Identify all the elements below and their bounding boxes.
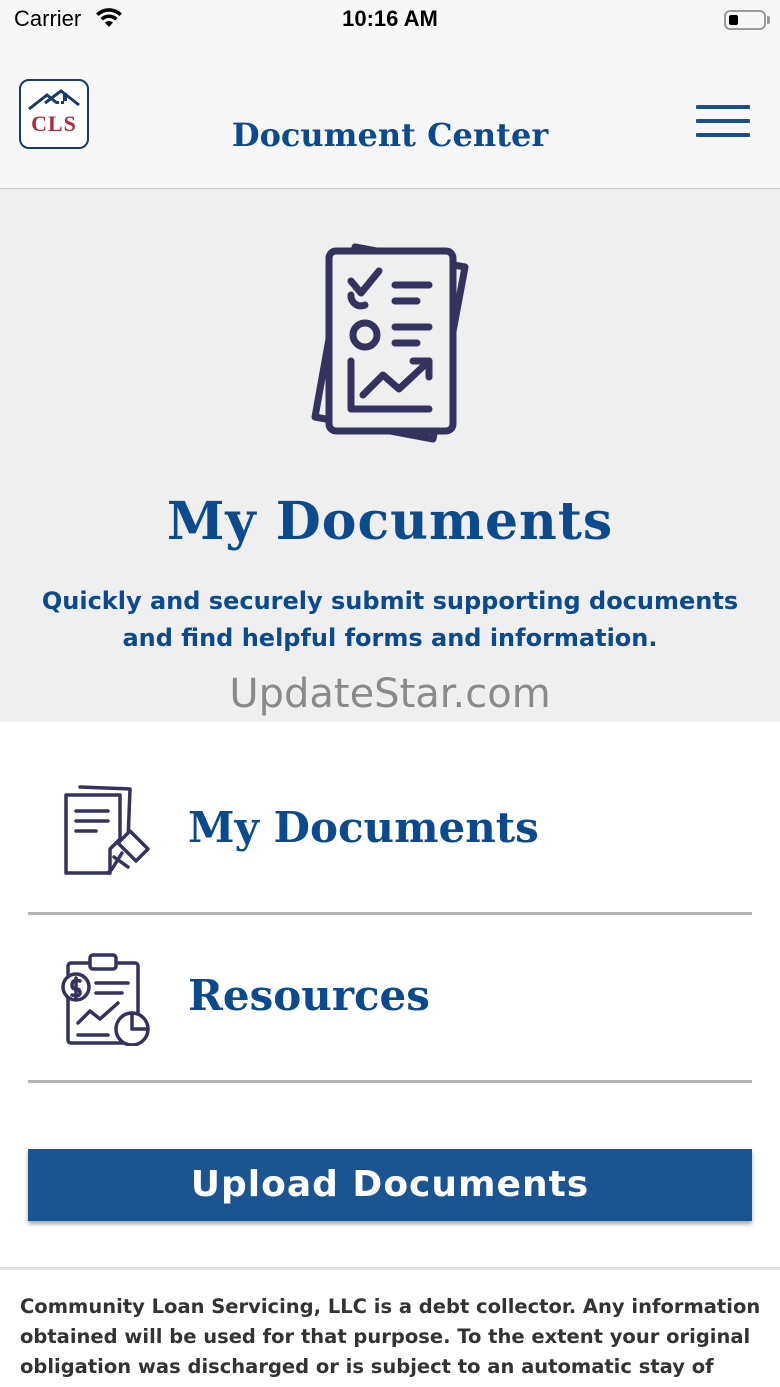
upload-documents-button[interactable]: Upload Documents (28, 1149, 752, 1221)
menu-item-my-documents[interactable]: My Documents (28, 765, 752, 915)
status-bar: Carrier 10:16 AM (0, 0, 780, 40)
menu-item-label: My Documents (188, 803, 539, 852)
disclaimer-text: Community Loan Servicing, LLC is a debt … (20, 1295, 761, 1378)
house-roof-icon (28, 89, 80, 111)
hamburger-menu-icon[interactable] (696, 105, 750, 139)
clipboard-finance-icon (61, 953, 150, 1046)
hero-title: My Documents (166, 491, 614, 552)
battery-cap (767, 16, 770, 24)
footer-divider (0, 1267, 780, 1270)
hero-subtitle: Quickly and securely submit supporting d… (41, 587, 739, 652)
menu-item-resources[interactable]: Resources (28, 933, 752, 1083)
battery-icon (724, 10, 766, 30)
hero-banner: My Documents Quickly and securely submit… (0, 189, 780, 722)
checklist-document-icon (311, 243, 469, 443)
documents-pin-icon (64, 785, 150, 875)
watermark: UpdateStar.com (229, 671, 551, 717)
page-title: Document Center (231, 116, 549, 154)
status-time: 10:16 AM (342, 6, 438, 31)
app-header: CLS Document Center (0, 40, 780, 189)
menu-item-label: Resources (188, 971, 430, 1020)
